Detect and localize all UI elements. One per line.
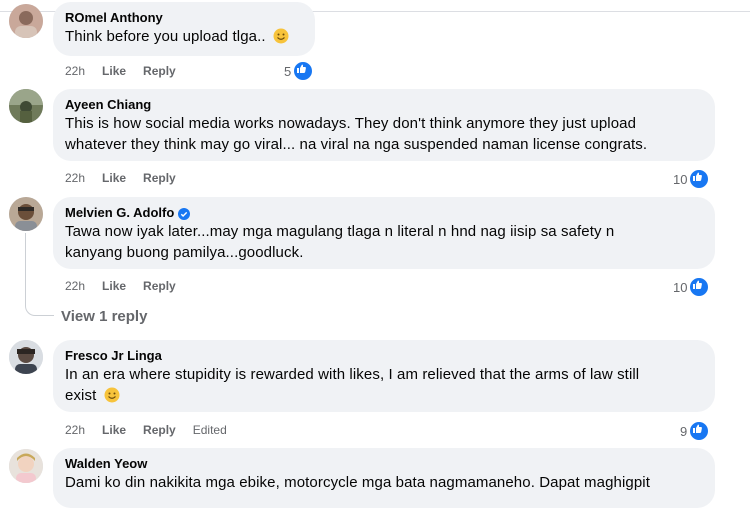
comment-text-content: Think before you upload tlga..: [65, 28, 266, 45]
reply-button[interactable]: Reply: [143, 171, 176, 185]
comment-meta: 22h Like Reply Edited: [65, 423, 244, 437]
reply-button[interactable]: Reply: [143, 64, 176, 78]
thread-connector: [25, 233, 54, 316]
comment-bubble: ROmel Anthony Think before you upload tl…: [53, 2, 315, 56]
like-reaction-icon: [688, 276, 711, 298]
comment-meta: 22h Like Reply: [65, 279, 193, 293]
reaction-count[interactable]: 10: [673, 276, 711, 298]
like-button[interactable]: Like: [102, 64, 126, 78]
comment-text-line: This is how social media works nowadays.…: [65, 115, 637, 132]
like-reaction-icon: [292, 60, 315, 82]
avatar[interactable]: [9, 197, 43, 231]
comment-text-line: Tawa now iyak later...may mga magulang t…: [65, 223, 615, 240]
comment-text-line: Dami ko din nakikita mga ebike, motorcyc…: [65, 474, 650, 491]
reaction-number: 10: [673, 279, 688, 295]
like-reaction-icon: [688, 420, 711, 442]
avatar[interactable]: [9, 340, 43, 374]
comment-bubble: Fresco Jr Linga In an era where stupidit…: [53, 340, 715, 412]
like-button[interactable]: Like: [102, 279, 126, 293]
verified-badge-icon: [178, 207, 191, 220]
comment-author[interactable]: Fresco Jr Linga: [65, 347, 703, 364]
comment-text: Think before you upload tlga..: [65, 26, 303, 47]
comment-time[interactable]: 22h: [65, 279, 85, 293]
edited-label: Edited: [192, 423, 227, 437]
reaction-number: 9: [680, 423, 688, 439]
comment-text-content: exist: [65, 387, 97, 404]
comment-meta: 22h Like Reply: [65, 171, 193, 185]
comment-text-line: whatever they think may go viral... na v…: [65, 136, 648, 153]
reaction-number: 5: [284, 63, 292, 79]
comment-text-line: exist: [65, 385, 703, 406]
comment-author[interactable]: Melvien G. Adolfo: [65, 204, 703, 221]
comment-bubble: Walden Yeow Dami ko din nakikita mga ebi…: [53, 448, 715, 508]
comment-time[interactable]: 22h: [65, 423, 85, 437]
avatar[interactable]: [9, 4, 43, 38]
comment-time[interactable]: 22h: [65, 171, 85, 185]
comment-text-line: In an era where stupidity is rewarded wi…: [65, 366, 640, 383]
reply-button[interactable]: Reply: [143, 423, 176, 437]
reaction-count[interactable]: 9: [680, 420, 711, 442]
reaction-number: 10: [673, 171, 688, 187]
comment-meta: 22h Like Reply: [65, 64, 193, 78]
comment-author[interactable]: Walden Yeow: [65, 455, 703, 472]
comment-bubble: Ayeen Chiang This is how social media wo…: [53, 89, 715, 161]
smile-emoji-icon: [104, 387, 120, 403]
comment-text-line: kanyang buong pamilya...goodluck.: [65, 244, 304, 261]
reaction-count[interactable]: 5: [284, 60, 315, 82]
reaction-count[interactable]: 10: [673, 168, 711, 190]
like-reaction-icon: [688, 168, 711, 190]
comment-author[interactable]: Ayeen Chiang: [65, 96, 703, 113]
like-button[interactable]: Like: [102, 171, 126, 185]
like-button[interactable]: Like: [102, 423, 126, 437]
comment-time[interactable]: 22h: [65, 64, 85, 78]
author-name: Melvien G. Adolfo: [65, 205, 175, 220]
reply-button[interactable]: Reply: [143, 279, 176, 293]
smile-emoji-icon: [273, 28, 289, 44]
view-replies-link[interactable]: View 1 reply: [61, 308, 147, 325]
avatar[interactable]: [9, 89, 43, 123]
comment-author[interactable]: ROmel Anthony: [65, 9, 303, 26]
comment-bubble: Melvien G. Adolfo Tawa now iyak later...…: [53, 197, 715, 269]
avatar[interactable]: [9, 449, 43, 483]
